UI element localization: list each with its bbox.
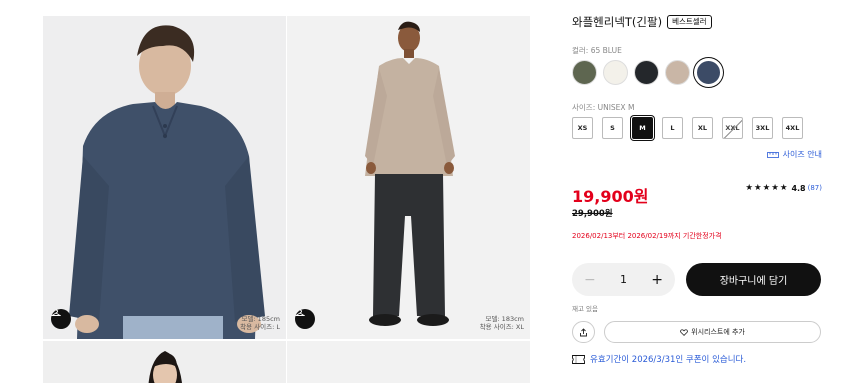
hanger-icon <box>295 309 305 316</box>
model-height: 모델: 185cm <box>241 315 280 323</box>
product-photo-model-front[interactable]: 모델: 185cm 착용 사이즈: L <box>43 16 286 339</box>
bestseller-badge: 베스트셀러 <box>667 15 712 29</box>
model-info: 모델: 183cm 착용 사이즈: XL <box>480 315 524 331</box>
size-option-3xl[interactable]: 3XL <box>752 117 773 139</box>
size-option-xl[interactable]: XL <box>692 117 713 139</box>
quantity-increase-button[interactable]: + <box>651 272 663 288</box>
size-option-xxl[interactable]: XXL <box>722 117 743 139</box>
quantity-decrease-button[interactable]: − <box>584 272 596 288</box>
rating-stars: ★★★★★ <box>745 183 789 193</box>
original-price: 29,900원 <box>572 209 613 219</box>
try-on-hanger-button[interactable] <box>295 309 315 329</box>
try-on-hanger-button[interactable] <box>51 309 71 329</box>
stock-status: 재고 있음 <box>572 305 598 313</box>
product-gallery: 모델: 185cm 착용 사이즈: L 모델: 183cm 착용 사이즈: XL <box>43 16 530 383</box>
size-label: 사이즈: UNISEX M <box>572 103 635 112</box>
color-swatch-olive[interactable] <box>572 60 597 85</box>
add-to-cart-button[interactable]: 장바구니에 담기 <box>686 263 821 296</box>
share-button[interactable] <box>572 321 595 343</box>
ruler-icon <box>766 151 779 158</box>
size-option-l[interactable]: L <box>662 117 683 139</box>
rating-value: 4.8 <box>791 183 806 193</box>
rating[interactable]: ★★★★★ 4.8 (87) <box>745 183 822 193</box>
title-row: 와플헨리넥T(긴팔) 베스트셀러 <box>572 14 712 30</box>
model-size: 착용 사이즈: L <box>240 323 280 331</box>
color-swatch-black[interactable] <box>634 60 659 85</box>
heart-icon <box>680 328 688 336</box>
product-photo-4[interactable] <box>287 341 530 383</box>
share-icon <box>580 327 587 336</box>
hanger-icon <box>51 309 61 316</box>
promo-period: 2026/02/13부터 2026/02/19까지 기간한정가격 <box>572 232 722 240</box>
color-swatch-beige[interactable] <box>665 60 690 85</box>
size-option-m[interactable]: M <box>632 117 653 139</box>
wishlist-label: 위시리스트에 추가 <box>691 328 745 336</box>
product-title: 와플헨리넥T(긴팔) <box>572 15 663 29</box>
quantity-stepper: − 1 + <box>572 263 675 296</box>
coupon-text: 유효기간이 2026/3/31인 쿠폰이 있습니다. <box>590 355 747 365</box>
size-guide-label: 사이즈 안내 <box>782 150 822 159</box>
size-options: XS S M L XL XXL 3XL 4XL <box>572 117 812 139</box>
review-count-link[interactable]: (87) <box>808 184 822 192</box>
quantity-value[interactable]: 1 <box>620 273 627 286</box>
add-to-wishlist-button[interactable]: 위시리스트에 추가 <box>604 321 821 343</box>
size-option-4xl[interactable]: 4XL <box>782 117 803 139</box>
size-option-s[interactable]: S <box>602 117 623 139</box>
color-swatch-blue[interactable] <box>696 60 721 85</box>
color-swatches <box>572 60 727 85</box>
model-height: 모델: 183cm <box>485 315 524 323</box>
size-option-xs[interactable]: XS <box>572 117 593 139</box>
coupon-link[interactable]: 유효기간이 2026/3/31인 쿠폰이 있습니다. <box>572 353 746 365</box>
color-swatch-white[interactable] <box>603 60 628 85</box>
size-guide-link[interactable]: 사이즈 안내 <box>766 149 822 160</box>
color-label: 컬러: 65 BLUE <box>572 46 622 55</box>
sale-price: 19,900원 <box>572 187 649 206</box>
product-photo-3[interactable] <box>43 341 286 383</box>
model-info: 모델: 185cm 착용 사이즈: L <box>240 315 280 331</box>
coupon-icon <box>572 354 585 364</box>
product-photo-model-full[interactable]: 모델: 183cm 착용 사이즈: XL <box>287 16 530 339</box>
product-info-panel: 와플헨리넥T(긴팔) 베스트셀러 컬러: 65 BLUE 사이즈: UNISEX… <box>572 0 822 383</box>
model-size: 착용 사이즈: XL <box>479 323 524 331</box>
